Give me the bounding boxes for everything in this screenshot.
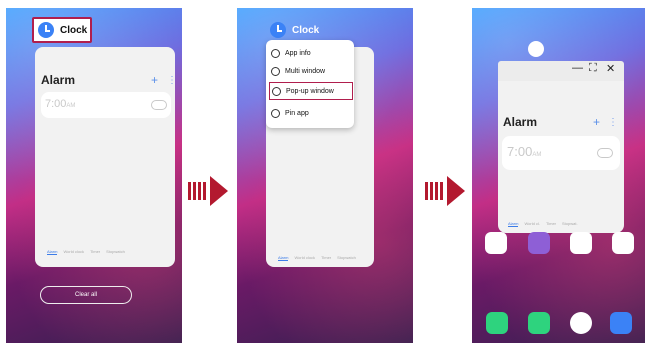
clock-icon: [270, 22, 286, 38]
menu-pin-app[interactable]: Pin app: [271, 104, 309, 122]
app-icon[interactable]: [528, 232, 550, 254]
app-title: Clock: [292, 24, 320, 36]
tab-timer[interactable]: Timer: [321, 255, 331, 261]
popup-window-titlebar[interactable]: — ⛶ ✕: [498, 61, 624, 81]
tab-timer[interactable]: Timer: [546, 221, 556, 227]
minimize-icon[interactable]: —: [572, 62, 583, 74]
camera-icon[interactable]: [610, 312, 632, 334]
app-header: Clock: [270, 22, 319, 38]
tab-world-clock[interactable]: World clock: [63, 249, 84, 255]
pin-icon: [271, 108, 280, 118]
tab-stopwatch[interactable]: Stopwat.: [562, 221, 578, 227]
tab-alarm[interactable]: Alarm: [47, 249, 58, 255]
tab-bar: Alarm World clock Timer Stopwatch: [278, 255, 356, 261]
tab-stopwatch[interactable]: Stopwatch: [106, 249, 125, 255]
tab-world-clock[interactable]: World clock: [294, 255, 315, 261]
popup-clock-window[interactable]: Alarm + ⋮ 7:00AM Alarm World cl. Timer S…: [498, 81, 624, 233]
multiwindow-icon: [271, 66, 280, 76]
tab-stopwatch[interactable]: Stopwatch: [337, 255, 356, 261]
close-icon[interactable]: ✕: [606, 62, 615, 75]
plus-icon[interactable]: +: [593, 115, 600, 129]
tab-alarm[interactable]: Alarm: [278, 255, 289, 261]
app-options-menu: App info Multi window Pop-up window Pin …: [266, 40, 354, 128]
clock-icon: [38, 22, 54, 38]
maximize-icon[interactable]: ⛶: [589, 62, 597, 75]
phone-icon[interactable]: [486, 312, 508, 334]
alarm-row[interactable]: 7:00AM: [502, 136, 620, 170]
popup-title: Alarm: [503, 115, 538, 129]
weather-icon: [528, 41, 544, 57]
tab-bar: Alarm World clock Timer Stopwatch: [47, 249, 125, 255]
alarm-time: 7:00AM: [45, 98, 76, 110]
popup-icon: [272, 86, 281, 96]
gmail-icon[interactable]: [485, 232, 507, 254]
clock-app-button[interactable]: Clock: [32, 17, 92, 43]
more-icon: ⋮: [167, 75, 175, 86]
alarm-toggle[interactable]: [151, 100, 167, 110]
tab-bar: Alarm World cl. Timer Stopwat.: [508, 221, 578, 227]
clock-app-card[interactable]: Alarm + ⋮ 7:00AM Alarm World clock Timer…: [35, 47, 175, 267]
info-icon: [271, 48, 280, 58]
clear-all-button[interactable]: Clear all: [40, 286, 132, 304]
tab-timer[interactable]: Timer: [90, 249, 100, 255]
chrome-icon[interactable]: [570, 312, 592, 334]
card-title: Alarm: [41, 73, 76, 87]
more-icon[interactable]: ⋮: [608, 117, 618, 128]
menu-multi-window[interactable]: Multi window: [271, 62, 325, 80]
tab-world-clock[interactable]: World cl.: [524, 221, 539, 227]
playstore-icon[interactable]: [570, 232, 592, 254]
alarm-row[interactable]: 7:00AM: [41, 92, 171, 118]
menu-app-info[interactable]: App info: [271, 44, 311, 62]
clock-app-label: Clock: [60, 24, 88, 36]
flow-arrow-2: [425, 176, 467, 206]
plus-icon: +: [151, 73, 159, 87]
flow-arrow-1: [188, 176, 230, 206]
messages-icon[interactable]: [528, 312, 550, 334]
calendar-icon[interactable]: [612, 232, 634, 254]
alarm-toggle[interactable]: [597, 148, 613, 158]
menu-popup-window[interactable]: Pop-up window: [269, 82, 353, 100]
tab-alarm[interactable]: Alarm: [508, 221, 519, 227]
alarm-time: 7:00AM: [507, 144, 542, 159]
